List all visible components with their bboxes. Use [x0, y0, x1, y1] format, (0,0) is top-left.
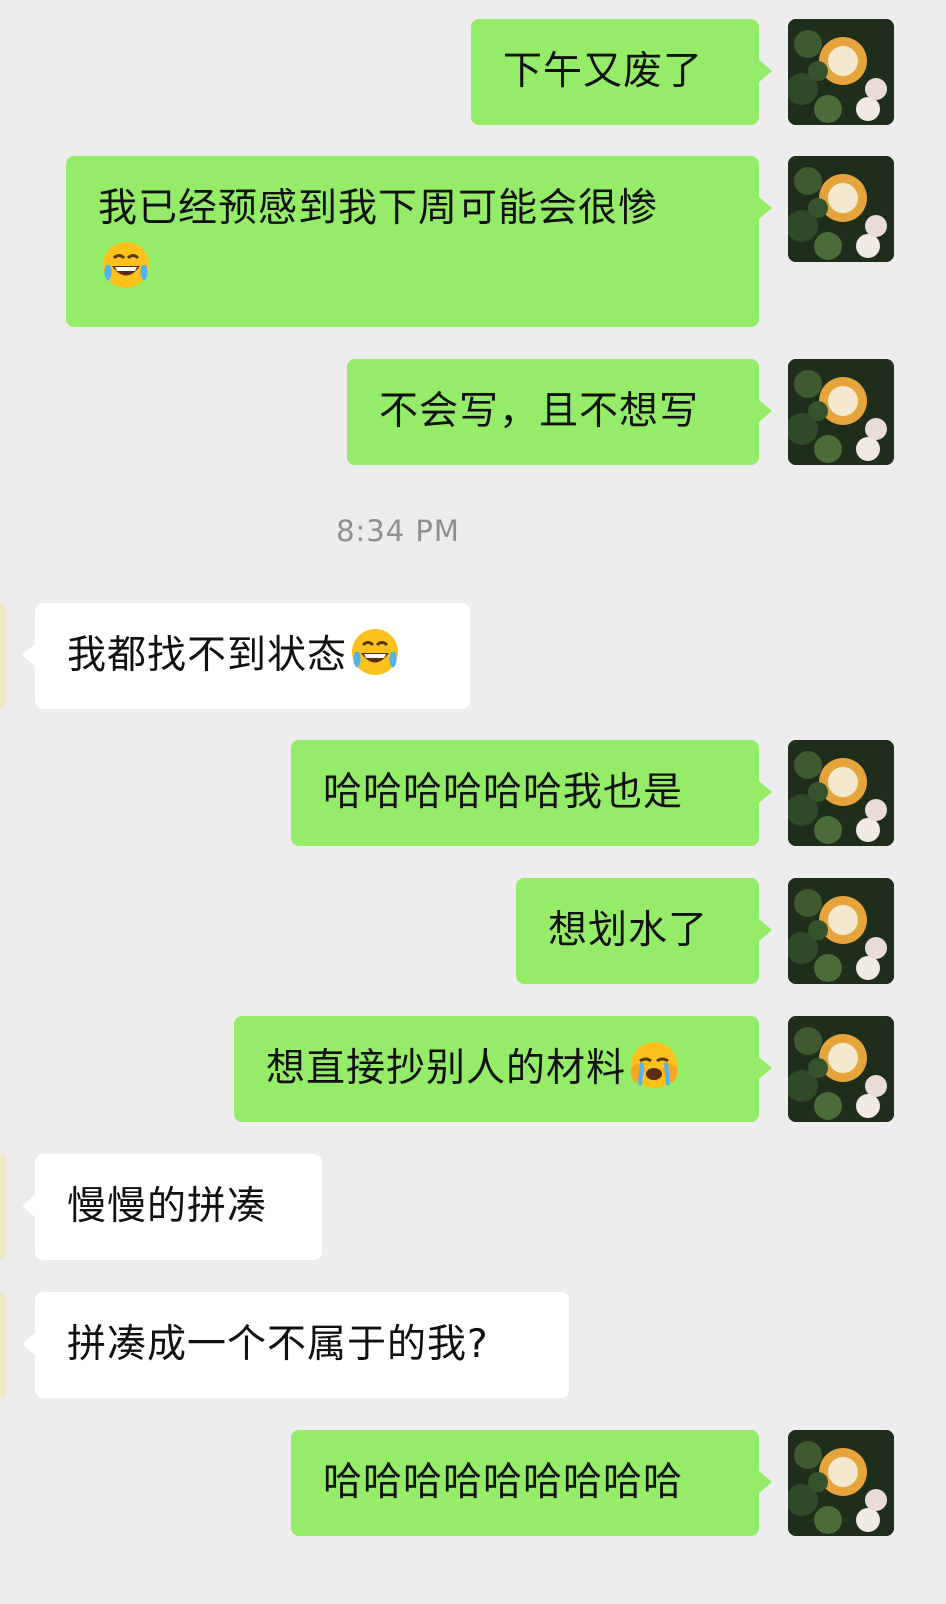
- bubble-tail: [759, 919, 772, 941]
- my-avatar[interactable]: [788, 19, 894, 125]
- face-with-tears-of-joy-icon: [352, 629, 399, 675]
- bubble-tail: [759, 197, 772, 219]
- message-bubble-sent[interactable]: 下午又废了: [471, 19, 759, 125]
- avatar-image: [788, 740, 894, 846]
- bubble-tail: [759, 400, 772, 422]
- message-text: 我都找不到状态: [67, 633, 348, 678]
- bubble-tail: [22, 1195, 35, 1217]
- message-text: 想直接抄别人的材料: [266, 1046, 627, 1091]
- bubble-tail: [22, 1333, 35, 1355]
- message-text: 哈哈哈哈哈哈我也是: [323, 770, 684, 815]
- message-text: 想划水了: [548, 908, 709, 953]
- bubble-tail: [759, 60, 772, 82]
- avatar-image: [788, 1016, 894, 1122]
- contact-avatar-edge[interactable]: [0, 1292, 6, 1398]
- message-text: 下午又废了: [503, 49, 704, 94]
- message-text: 哈哈哈哈哈哈哈哈哈: [323, 1460, 684, 1505]
- my-avatar[interactable]: [788, 156, 894, 262]
- message-text: 慢慢的拼凑: [67, 1184, 268, 1229]
- avatar-image: [788, 156, 894, 262]
- message-bubble-sent[interactable]: 我已经预感到我下周可能会很惨: [66, 156, 759, 327]
- my-avatar[interactable]: [788, 740, 894, 846]
- avatar-image: [788, 19, 894, 125]
- loudly-crying-face-icon: [630, 1042, 678, 1088]
- avatar-image: [788, 878, 894, 984]
- bubble-tail: [759, 1471, 772, 1493]
- message-text: 我已经预感到我下周可能会很惨: [98, 186, 659, 231]
- my-avatar[interactable]: [788, 359, 894, 465]
- chat-timestamp: 8:34 PM: [336, 514, 460, 548]
- message-bubble-received[interactable]: 拼凑成一个不属于的我?: [35, 1292, 569, 1398]
- message-bubble-sent[interactable]: 想划水了: [516, 878, 759, 984]
- message-text: 不会写，且不想写: [379, 389, 700, 434]
- message-bubble-sent[interactable]: 不会写，且不想写: [347, 359, 759, 465]
- avatar-image: [788, 1430, 894, 1536]
- my-avatar[interactable]: [788, 1016, 894, 1122]
- avatar-image: [788, 359, 894, 465]
- my-avatar[interactable]: [788, 878, 894, 984]
- message-bubble-sent[interactable]: 哈哈哈哈哈哈哈哈哈: [291, 1430, 759, 1536]
- message-bubble-received[interactable]: 慢慢的拼凑: [35, 1154, 322, 1260]
- bubble-tail: [759, 781, 772, 803]
- message-bubble-sent[interactable]: 哈哈哈哈哈哈我也是: [291, 740, 759, 846]
- message-text: 拼凑成一个不属于的我?: [67, 1322, 489, 1367]
- bubble-tail: [22, 644, 35, 666]
- contact-avatar-edge[interactable]: [0, 603, 6, 709]
- message-bubble-sent[interactable]: 想直接抄别人的材料: [234, 1016, 759, 1122]
- bubble-tail: [759, 1057, 772, 1079]
- my-avatar[interactable]: [788, 1430, 894, 1536]
- contact-avatar-edge[interactable]: [0, 1154, 6, 1260]
- face-with-tears-of-joy-icon: [103, 242, 149, 288]
- message-bubble-received[interactable]: 我都找不到状态: [35, 603, 470, 709]
